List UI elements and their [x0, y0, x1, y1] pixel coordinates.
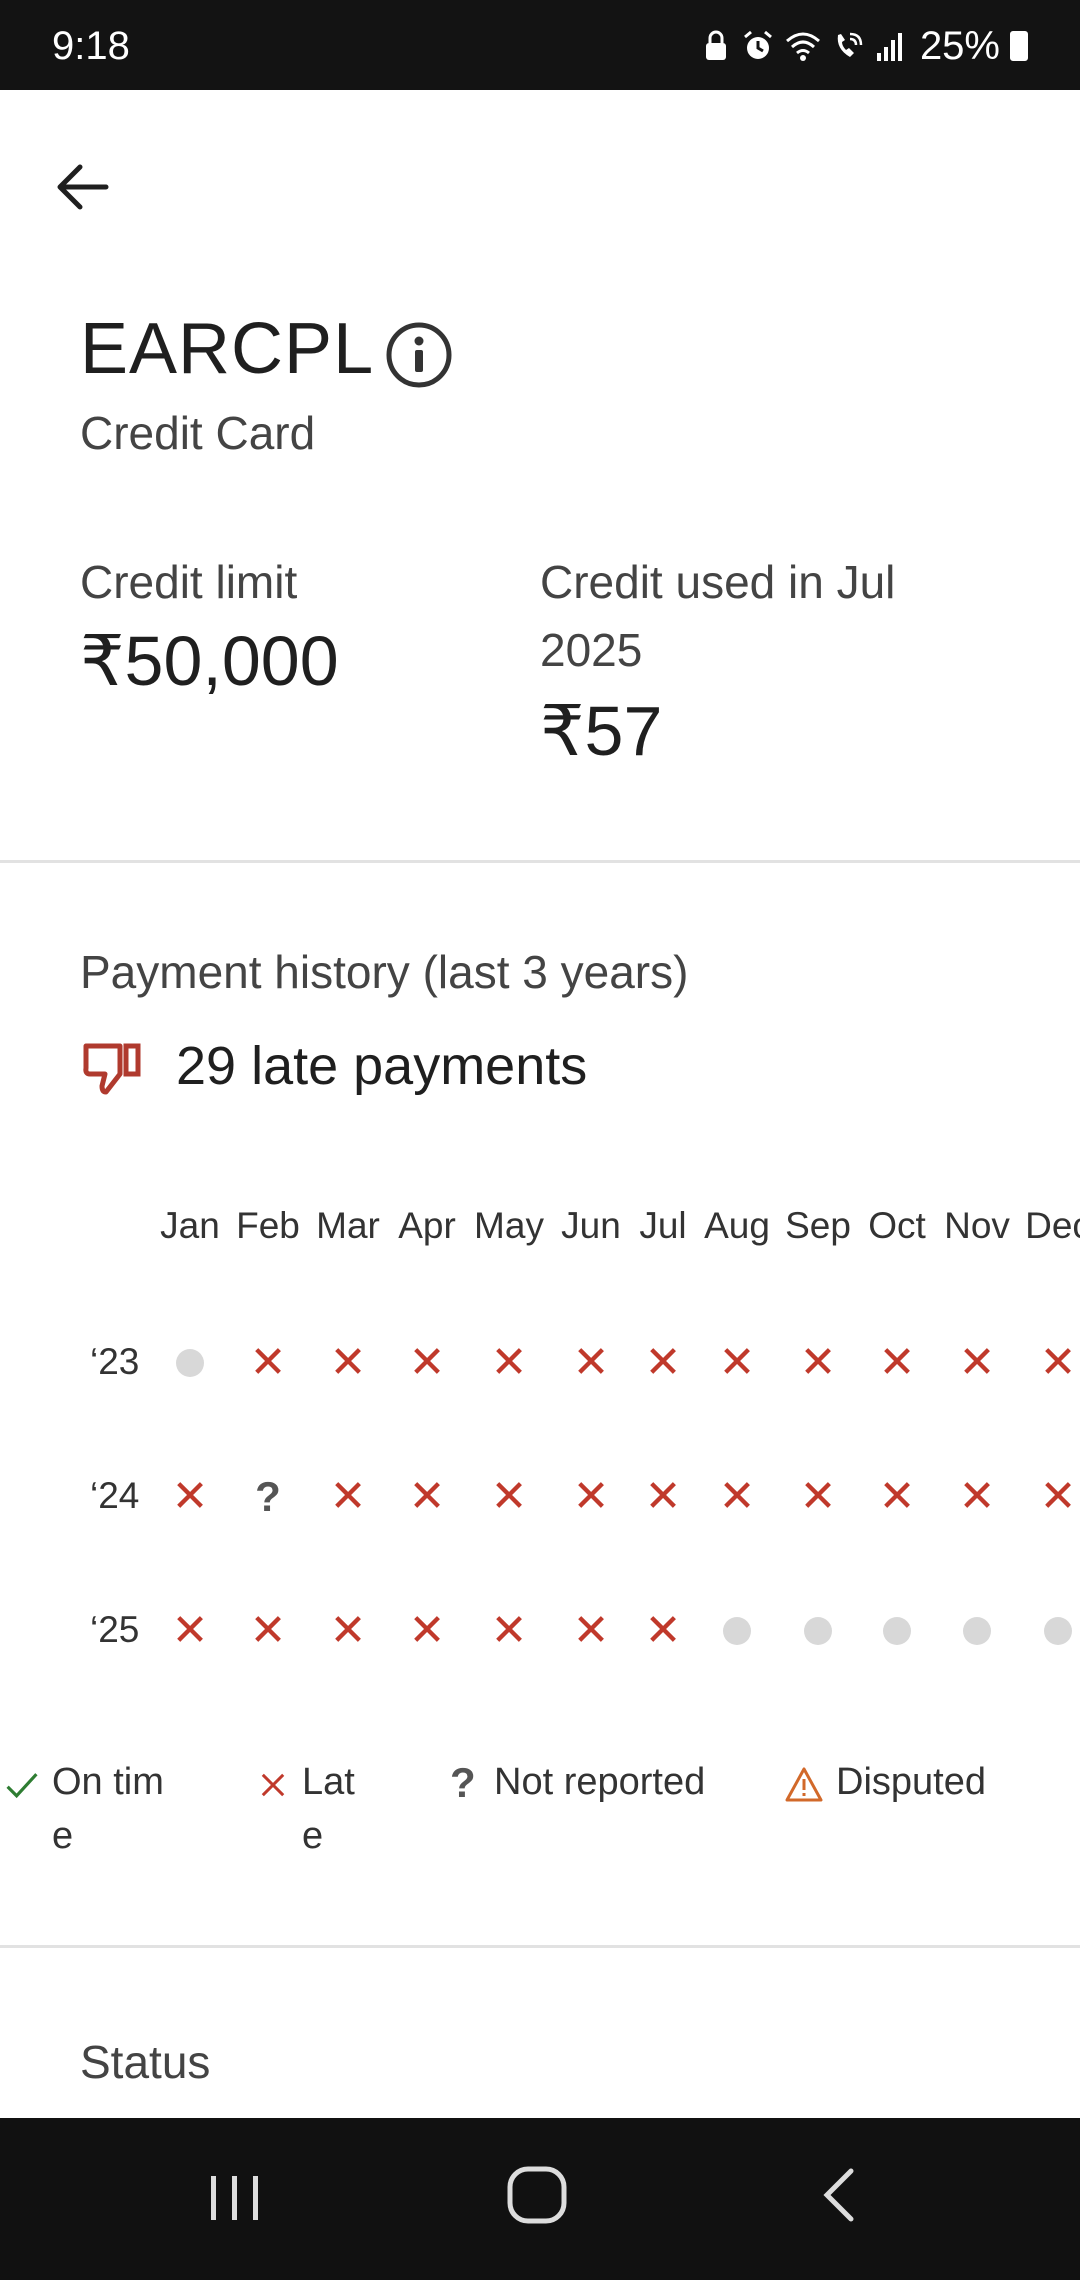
info-icon[interactable]: [384, 320, 454, 390]
wifi-icon: [785, 32, 820, 61]
empty-dot-icon: [879, 1613, 915, 1649]
month-label: Jun: [561, 1205, 621, 1246]
late-mark-icon: ✕: [408, 1606, 446, 1655]
month-label: Oct: [868, 1205, 926, 1246]
credit-used-label: Credit used in Jul 2025: [540, 556, 896, 676]
month-label: Jul: [639, 1205, 687, 1246]
late-mark-icon: ✕: [408, 1472, 446, 1521]
late-mark-icon: ✕: [572, 1606, 610, 1655]
year-label: ‘25: [90, 1609, 140, 1650]
late-mark-icon: ✕: [329, 1338, 367, 1387]
not-reported-icon: ?: [255, 1473, 281, 1520]
late-mark-icon: ✕: [644, 1606, 682, 1655]
status-icons: 25%: [700, 24, 1028, 68]
battery-icon: [1010, 31, 1028, 61]
signal-icon: [876, 33, 902, 61]
month-label: Aug: [704, 1205, 770, 1246]
divider: [0, 860, 1080, 863]
empty-dot-icon: [959, 1613, 995, 1649]
empty-dot-icon: [800, 1613, 836, 1649]
legend-late-label: Late: [302, 1761, 355, 1857]
legend-disputed: Disputed: [784, 1755, 986, 1809]
question-icon: ?: [450, 1759, 476, 1806]
home-icon[interactable]: [505, 2163, 569, 2227]
alarm-icon: [743, 30, 772, 59]
battery-percent: 25%: [919, 23, 1000, 68]
late-mark-icon: ✕: [644, 1338, 682, 1387]
late-mark-icon: ✕: [249, 1338, 287, 1387]
late-mark-icon: ✕: [171, 1472, 209, 1521]
late-mark-icon: ✕: [799, 1472, 837, 1521]
credit-limit-value: ₹50,000: [80, 622, 339, 700]
late-mark-icon: ✕: [958, 1472, 996, 1521]
late-mark-icon: ✕: [718, 1338, 756, 1387]
thumbs-down-icon: [83, 1043, 141, 1095]
nav-back-icon[interactable]: [815, 2163, 865, 2227]
empty-dot-icon: [1040, 1613, 1076, 1649]
late-mark-icon: ✕: [878, 1338, 916, 1387]
late-mark-icon: ✕: [329, 1606, 367, 1655]
late-mark-icon: ✕: [249, 1606, 287, 1655]
month-label: Mar: [316, 1205, 380, 1246]
late-mark-icon: ✕: [171, 1606, 209, 1655]
legend-disputed-label: Disputed: [836, 1761, 986, 1803]
late-mark-icon: ✕: [572, 1472, 610, 1521]
credit-used-value: ₹57: [540, 692, 663, 770]
payment-history-title: Payment history (last 3 years): [80, 946, 689, 998]
legend-on-time: On time: [4, 1755, 176, 1863]
wifi-calling-icon: [837, 32, 863, 57]
late-mark-icon: ✕: [1039, 1338, 1077, 1387]
month-label: May: [474, 1205, 544, 1246]
late-mark-icon: ✕: [958, 1338, 996, 1387]
credit-limit-label: Credit limit: [80, 556, 298, 608]
late-mark-icon: ✕: [1039, 1472, 1077, 1521]
warning-icon: [785, 1767, 823, 1802]
late-mark-icon: ✕: [799, 1338, 837, 1387]
status-section-label: Status: [80, 2036, 211, 2088]
status-time: 9:18: [52, 24, 130, 68]
account-title: EARCPL: [80, 309, 375, 389]
month-label: Dec: [1025, 1205, 1080, 1246]
month-label: Feb: [236, 1205, 300, 1246]
month-label: Sep: [785, 1205, 851, 1246]
late-payments-count: 29 late payments: [176, 1036, 588, 1096]
year-label: ‘24: [90, 1475, 140, 1516]
lock-icon: [705, 30, 726, 60]
late-mark-icon: ✕: [329, 1472, 367, 1521]
legend-late: Late: [256, 1755, 372, 1863]
legend-not-reported-label: Not reported: [494, 1761, 706, 1803]
month-label: Jan: [160, 1205, 220, 1246]
check-icon: [6, 1773, 38, 1799]
account-type: Credit Card: [80, 407, 316, 459]
legend-on-time-label: On time: [52, 1761, 164, 1857]
status-bar: 9:18 25%: [0, 0, 1080, 90]
month-label: Nov: [944, 1205, 1010, 1246]
back-arrow-icon[interactable]: [50, 155, 114, 219]
divider: [0, 1945, 1080, 1948]
late-mark-icon: ✕: [490, 1606, 528, 1655]
month-label: Apr: [398, 1205, 456, 1246]
x-icon: [261, 1773, 285, 1797]
late-mark-icon: ✕: [490, 1472, 528, 1521]
year-label: ‘23: [90, 1341, 140, 1382]
legend-not-reported: ? Not reported: [450, 1755, 710, 1809]
empty-dot-icon: [719, 1613, 755, 1649]
late-mark-icon: ✕: [572, 1338, 610, 1387]
late-mark-icon: ✕: [718, 1472, 756, 1521]
empty-dot-icon: [172, 1345, 208, 1381]
navigation-bar: [0, 2118, 1080, 2280]
recent-apps-icon[interactable]: [205, 2168, 265, 2228]
late-mark-icon: ✕: [490, 1338, 528, 1387]
late-mark-icon: ✕: [644, 1472, 682, 1521]
late-mark-icon: ✕: [408, 1338, 446, 1387]
late-mark-icon: ✕: [878, 1472, 916, 1521]
